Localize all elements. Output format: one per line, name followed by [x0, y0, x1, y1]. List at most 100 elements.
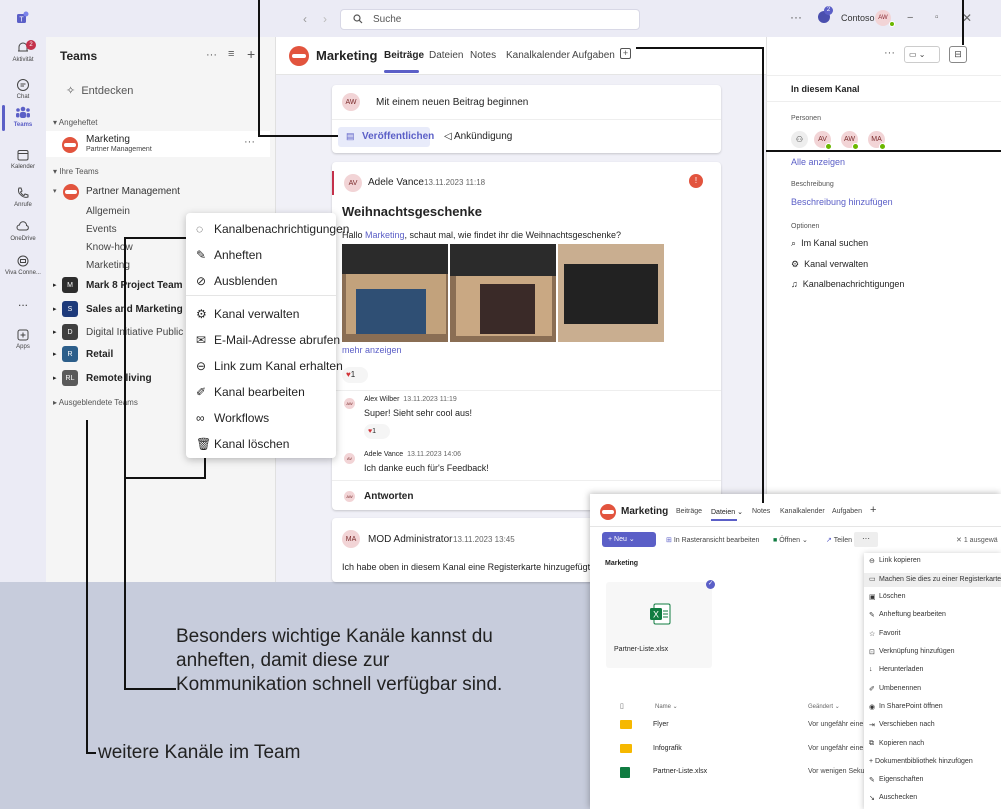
marketing-team-avatar: [62, 137, 78, 153]
header-more-icon[interactable]: ···: [884, 47, 895, 59]
tab-posts[interactable]: Beiträge: [676, 508, 702, 515]
rail-viva[interactable]: Viva Conne...: [0, 253, 46, 276]
row-name[interactable]: Partner-Liste.xlsx: [653, 768, 707, 775]
pinned-channel-row[interactable]: Marketing Partner Management ···: [46, 131, 270, 157]
pinned-channel-team: Partner Management: [86, 146, 152, 153]
team-item[interactable]: Sales and Marketing: [86, 304, 183, 315]
importance-bar: [332, 171, 334, 195]
menu-make-tab[interactable]: ▭ Machen Sie dies zu einer Registerkarte: [864, 573, 1001, 587]
folder-icon: [620, 744, 632, 753]
rail-activity[interactable]: 2 Aktivität: [0, 40, 46, 63]
rail-calendar[interactable]: Kalender: [0, 147, 46, 170]
gift-photo-3[interactable]: [558, 244, 664, 342]
team-avatar: RL: [62, 370, 78, 386]
viva-icon: [0, 253, 46, 269]
restore-icon[interactable]: ▫: [935, 12, 939, 23]
heart-reaction[interactable]: ♥1: [342, 367, 368, 383]
forward-icon[interactable]: ›: [323, 12, 327, 26]
show-all-link[interactable]: Alle anzeigen: [791, 157, 845, 167]
option-notifications[interactable]: ♫ Kanalbenachrichtigungen: [791, 279, 904, 289]
copy-icon: ⧉: [869, 740, 874, 747]
reply2-meta: Adele Vance 13.11.2023 14:06: [364, 451, 462, 458]
more-options-icon[interactable]: ···: [854, 532, 878, 547]
rail-calls[interactable]: Anrufe: [0, 185, 46, 208]
discover-link[interactable]: ✧ Entdecken: [66, 84, 133, 97]
filter-icon[interactable]: ≡: [228, 48, 234, 60]
team-item[interactable]: Retail: [86, 349, 113, 360]
active-tab-underline: [711, 519, 737, 521]
grid-edit-button[interactable]: ⊞ In Rasteransicht bearbeiten: [666, 536, 759, 544]
publish-button[interactable]: ▤ Veröffentlichen: [338, 127, 434, 147]
channel-item[interactable]: Allgemein: [86, 206, 130, 217]
selection-count[interactable]: ✕ 1 ausgewä: [956, 536, 998, 544]
show-more-link[interactable]: mehr anzeigen: [342, 345, 402, 355]
rail-chat[interactable]: Chat: [0, 77, 46, 100]
tab-calendar[interactable]: Kanalkalender: [506, 50, 570, 61]
add-description-link[interactable]: Beschreibung hinzufügen: [791, 197, 893, 207]
tab-tasks[interactable]: Aufgaben: [832, 508, 862, 515]
copilot-icon[interactable]: 2: [817, 6, 833, 24]
heart-reaction[interactable]: ♥1: [364, 424, 390, 439]
chevron-right-icon[interactable]: ▸: [53, 374, 57, 382]
chevron-right-icon[interactable]: ▸: [53, 305, 57, 313]
tab-notes[interactable]: Notes: [752, 508, 770, 515]
rail-teams[interactable]: Teams: [0, 105, 46, 131]
tab-tasks[interactable]: Aufgaben: [572, 50, 615, 61]
panel-more-icon[interactable]: ···: [206, 49, 217, 61]
post-card: AV Adele Vance 13.11.2023 11:18 ! Weihna…: [332, 162, 721, 510]
search-input[interactable]: Suche: [340, 9, 640, 30]
info-pane-icon[interactable]: ⊟: [949, 46, 967, 63]
gift-photo-2[interactable]: [450, 244, 556, 342]
chevron-right-icon[interactable]: ▸: [53, 281, 57, 289]
minimize-icon[interactable]: −: [907, 12, 913, 24]
callout-line: [204, 458, 206, 479]
chevron-right-icon[interactable]: ▸: [53, 350, 57, 358]
rail-apps[interactable]: Apps: [0, 327, 46, 350]
new-button[interactable]: + Neu ⌄: [602, 532, 656, 547]
add-tab-icon[interactable]: +: [870, 504, 876, 516]
chevron-down-icon[interactable]: ▾: [53, 187, 57, 195]
divider: [186, 295, 336, 296]
file-tile[interactable]: ✓ X: [606, 580, 715, 668]
rail-more[interactable]: ...: [0, 295, 46, 309]
your-teams-header[interactable]: ▾ Ihre Teams: [53, 167, 99, 176]
tab-files[interactable]: Dateien: [429, 50, 463, 61]
option-manage[interactable]: ⚙ Kanal verwalten: [791, 259, 868, 270]
row-more-icon[interactable]: ···: [244, 136, 255, 148]
team-partner-management[interactable]: Partner Management: [86, 186, 180, 197]
tab-calendar[interactable]: Kanalkalender: [780, 508, 825, 515]
add-team-icon[interactable]: +: [247, 46, 255, 62]
back-icon[interactable]: ‹: [303, 12, 307, 26]
discover-label: Entdecken: [81, 85, 134, 97]
tab-files[interactable]: Dateien ⌄: [711, 508, 743, 516]
mention-link[interactable]: Marketing: [365, 230, 405, 240]
compose-prompt[interactable]: Mit einem neuen Beitrag beginnen: [376, 97, 528, 108]
add-people-icon[interactable]: ⚇: [791, 131, 808, 148]
team-item[interactable]: Digital Initiative Public Rel: [86, 327, 201, 338]
channel-item[interactable]: Events: [86, 224, 117, 235]
cloud-icon: [0, 219, 46, 235]
option-search[interactable]: ⌕ Im Kanal suchen: [791, 238, 868, 249]
more-options-icon[interactable]: ···: [790, 10, 802, 24]
share-button[interactable]: ↗ Teilen: [826, 536, 852, 544]
chevron-right-icon[interactable]: ▸: [53, 328, 57, 336]
gift-photo-1[interactable]: [342, 244, 448, 342]
tab-posts[interactable]: Beiträge: [384, 50, 424, 61]
rail-onedrive[interactable]: OneDrive: [0, 219, 46, 242]
meet-button[interactable]: ▭ ⌄: [904, 46, 940, 63]
row-name[interactable]: Flyer: [653, 721, 669, 728]
breadcrumb[interactable]: Marketing: [605, 560, 638, 567]
tab-notes[interactable]: Notes: [470, 50, 496, 61]
pinned-header[interactable]: ▾ Angeheftet: [53, 118, 98, 127]
team-item[interactable]: Remote living: [86, 373, 152, 384]
announce-button[interactable]: ◁ Ankündigung: [444, 131, 512, 142]
app-rail: 2 Aktivität Chat Teams Kalender Anrufe O…: [0, 37, 46, 582]
mail-icon: ✉: [196, 333, 207, 347]
add-tab-icon[interactable]: +: [620, 48, 631, 59]
column-changed[interactable]: Geändert ⌄: [808, 703, 840, 710]
column-name[interactable]: Name ⌄: [655, 703, 678, 710]
row-name[interactable]: Infografik: [653, 745, 682, 752]
open-button[interactable]: ■ Öffnen ⌄: [773, 536, 808, 544]
team-item[interactable]: Mark 8 Project Team: [86, 280, 183, 291]
reply-button[interactable]: Antworten: [364, 491, 413, 502]
